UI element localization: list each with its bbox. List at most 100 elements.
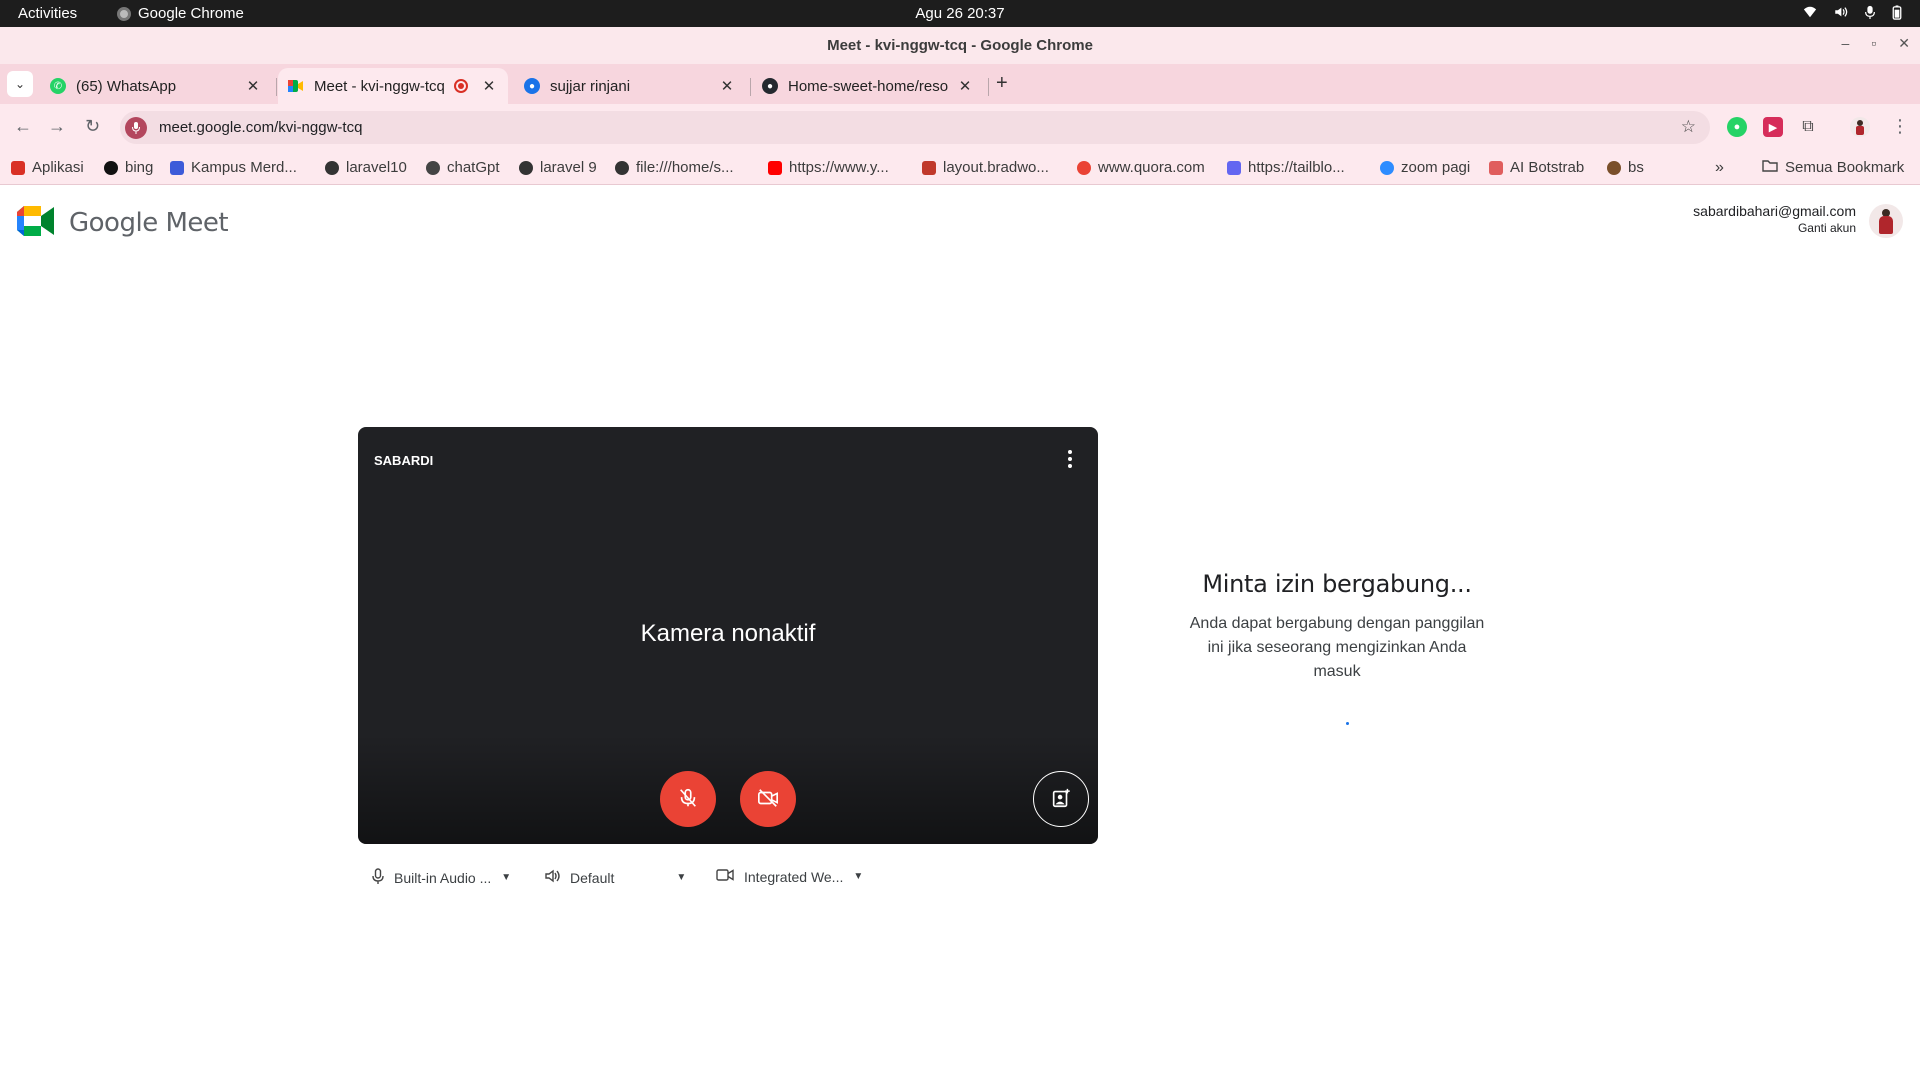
whatsapp-icon: ✆	[50, 78, 66, 94]
site-mic-indicator-icon[interactable]	[125, 116, 147, 139]
new-tab-button[interactable]: +	[996, 72, 1008, 95]
bookmark-label: bs	[1628, 159, 1644, 176]
zoom-icon	[1380, 160, 1394, 175]
tab-search-button[interactable]: ⌄	[7, 71, 33, 97]
globe-icon: ●	[524, 78, 540, 94]
tab-sujjar-rinjani[interactable]: ● sujjar rinjani ✕	[514, 68, 746, 104]
bookmark-item[interactable]: www.quora.com	[1077, 159, 1205, 176]
dot	[1068, 464, 1072, 468]
bookmark-label: file:///home/s...	[636, 159, 734, 176]
chrome-icon	[117, 6, 131, 21]
bookmark-label: Aplikasi	[32, 159, 84, 176]
openai-icon	[426, 160, 440, 175]
all-bookmarks-button[interactable]: Semua Bookmark	[1762, 159, 1904, 176]
bookmark-item[interactable]: laravel10	[325, 159, 407, 176]
bookmark-star-icon[interactable]: ☆	[1681, 117, 1696, 137]
bookmark-label: laravel 9	[540, 159, 597, 176]
tab-github[interactable]: ● Home-sweet-home/reso ✕	[752, 68, 984, 104]
tab-divider	[988, 78, 989, 96]
bookmark-item[interactable]: AI Botstrab	[1489, 159, 1584, 176]
tab-title: (65) WhatsApp	[76, 77, 177, 95]
bookmark-item[interactable]: file:///home/s...	[615, 159, 734, 176]
address-bar[interactable]: meet.google.com/kvi-nggw-tcq ☆	[120, 111, 1710, 144]
bookmark-item[interactable]: laravel 9	[519, 159, 597, 176]
close-tab-icon[interactable]: ✕	[956, 77, 974, 95]
bookmark-item[interactable]: https://tailblo...	[1227, 159, 1345, 176]
bookmark-label: https://www.y...	[789, 159, 889, 176]
wifi-icon	[1803, 5, 1817, 23]
all-bookmarks-label: Semua Bookmark	[1785, 159, 1905, 176]
close-tab-icon[interactable]: ✕	[718, 77, 736, 95]
bookmark-label: chatGpt	[447, 159, 500, 176]
url-text[interactable]: meet.google.com/kvi-nggw-tcq	[159, 119, 362, 136]
bookmark-item[interactable]: bing	[104, 159, 153, 176]
clock[interactable]: Agu 26 20:37	[915, 5, 1004, 22]
bookmarks-bar: Aplikasi bing Kampus Merd... laravel10 c…	[0, 151, 1920, 185]
visual-effects-button[interactable]	[1033, 771, 1089, 827]
bookmark-item[interactable]: Aplikasi	[11, 159, 84, 176]
maximize-button[interactable]: ▫	[1871, 35, 1876, 52]
bookmark-item[interactable]: bs	[1607, 159, 1644, 176]
battery-icon	[1892, 5, 1902, 23]
volume-icon	[1833, 5, 1848, 23]
extension-icon[interactable]: ●	[1727, 117, 1747, 137]
tab-title: Meet - kvi-nggw-tcq	[314, 77, 445, 95]
globe-icon	[519, 160, 533, 175]
back-arrow-icon[interactable]: ←	[14, 116, 32, 137]
youtube-icon	[768, 160, 782, 175]
bookmark-item[interactable]: layout.bradwo...	[922, 159, 1049, 176]
dropdown-caret-icon: ▼	[676, 872, 687, 883]
more-options-button[interactable]	[1058, 447, 1082, 471]
apps-grid-icon	[11, 160, 25, 175]
bookmark-item[interactable]: chatGpt	[426, 159, 500, 176]
bookmark-item[interactable]: zoom pagi	[1380, 159, 1470, 176]
toggle-camera-button[interactable]	[740, 771, 796, 827]
self-name-label: SABARDI	[374, 453, 434, 468]
bookmark-label: www.quora.com	[1098, 159, 1205, 176]
bookmark-label: zoom pagi	[1401, 159, 1471, 176]
close-tab-icon[interactable]: ✕	[244, 77, 262, 95]
tab-meet[interactable]: Meet - kvi-nggw-tcq ✕	[278, 68, 508, 104]
google-meet-logo[interactable]: Google Meet	[17, 206, 229, 239]
account-email: sabardibahari@gmail.com	[1693, 203, 1856, 219]
tab-whatsapp[interactable]: ✆ (65) WhatsApp ✕	[40, 68, 272, 104]
loading-spinner	[1345, 722, 1349, 725]
bookmark-item[interactable]: https://www.y...	[768, 159, 889, 176]
browser-toolbar: ← → ↻ meet.google.com/kvi-nggw-tcq ☆ ● ▶…	[0, 104, 1920, 151]
close-tab-icon[interactable]: ✕	[480, 77, 498, 95]
bookmarks-overflow-button[interactable]: »	[1715, 159, 1724, 177]
self-preview-tile: SABARDI Kamera nonaktif	[358, 427, 1098, 844]
menu-kebab-icon[interactable]: ⋮	[1891, 116, 1909, 137]
close-window-button[interactable]: ✕	[1898, 35, 1910, 52]
camera-select[interactable]: Integrated We... ▼	[716, 868, 863, 885]
meet-logo-text: Google Meet	[69, 207, 229, 238]
tailblocks-icon	[1227, 160, 1241, 175]
account-avatar[interactable]	[1869, 204, 1903, 238]
minimize-button[interactable]: –	[1842, 35, 1850, 52]
speaker-select[interactable]: Default ▼	[544, 868, 686, 887]
system-tray[interactable]	[1803, 5, 1902, 23]
google-icon	[1077, 160, 1091, 175]
tab-title: sujjar rinjani	[550, 77, 631, 95]
extension-icon[interactable]: ▶	[1763, 117, 1783, 137]
bing-icon	[104, 160, 118, 175]
microphone-select-value: Built-in Audio ...	[394, 869, 492, 886]
bookmark-item[interactable]: Kampus Merd...	[170, 159, 297, 176]
profile-avatar-icon[interactable]	[1850, 117, 1870, 137]
reload-icon[interactable]: ↻	[85, 116, 100, 137]
extensions-puzzle-icon[interactable]: ⧉	[1798, 117, 1818, 137]
speaker-icon	[544, 868, 560, 887]
activities-button[interactable]: Activities	[18, 5, 77, 22]
app-menu[interactable]: Google Chrome	[117, 5, 244, 22]
forward-arrow-icon[interactable]: →	[48, 116, 66, 137]
tab-title: Home-sweet-home/reso	[788, 77, 949, 95]
folder-icon	[1762, 159, 1778, 176]
meet-logo-icon	[17, 206, 55, 239]
chevron-down-icon: ⌄	[14, 77, 26, 91]
globe-icon	[615, 160, 629, 175]
toggle-microphone-button[interactable]	[660, 771, 716, 827]
camera-icon	[716, 868, 734, 885]
microphone-select[interactable]: Built-in Audio ... ▼	[372, 868, 511, 887]
switch-account-link[interactable]: Ganti akun	[1693, 221, 1856, 235]
camera-select-value: Integrated We...	[744, 868, 844, 885]
